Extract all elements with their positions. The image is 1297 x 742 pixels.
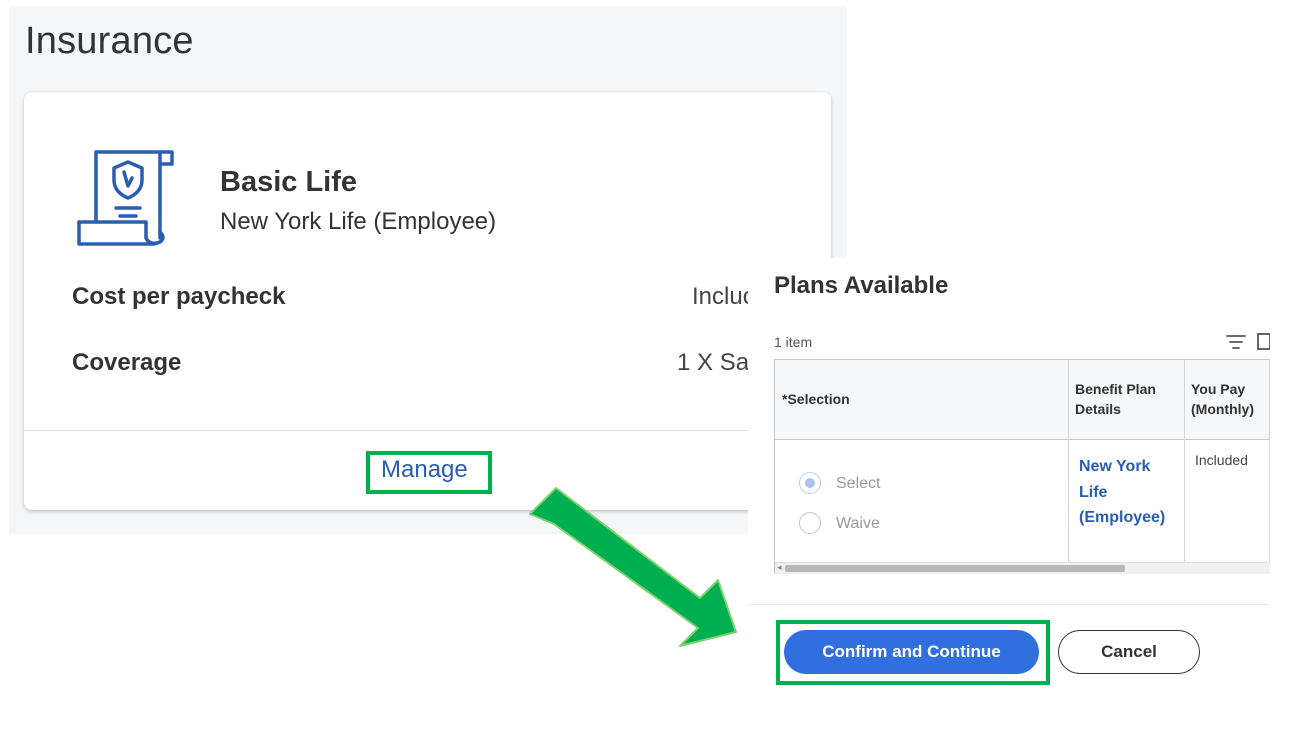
plans-table: *Selection Benefit Plan Details You Pay …	[774, 359, 1270, 574]
plan-carrier: New York Life (Employee)	[220, 208, 497, 235]
coverage-label: Coverage	[72, 349, 182, 376]
column-divider	[1269, 360, 1270, 562]
select-radio[interactable]	[799, 472, 821, 494]
benefit-plan-details-header: Benefit Plan Details	[1069, 360, 1184, 440]
confirm-highlight-box	[776, 620, 1050, 685]
cost-per-paycheck-value: Incluc	[692, 283, 755, 310]
scrollbar-thumb[interactable]	[785, 565, 1125, 572]
column-divider	[1068, 360, 1069, 562]
footer-divider	[748, 604, 1270, 605]
select-radio-label: Select	[836, 475, 881, 492]
manage-highlight-box	[366, 451, 492, 494]
benefit-card: Basic Life New York Life (Employee) Cost…	[24, 92, 831, 510]
you-pay-value: Included	[1195, 452, 1248, 468]
page-title: Insurance	[25, 20, 194, 62]
waive-radio[interactable]	[799, 512, 821, 534]
card-divider	[24, 430, 831, 431]
cost-per-paycheck-label: Cost per paycheck	[72, 283, 286, 310]
fullscreen-icon[interactable]	[1256, 332, 1270, 350]
coverage-value: 1 X Sal	[677, 349, 755, 376]
item-count: 1 item	[774, 334, 813, 350]
plans-title: Plans Available	[774, 272, 949, 299]
filter-icon[interactable]	[1226, 334, 1246, 350]
selection-header: *Selection	[775, 360, 1068, 440]
plan-details-link[interactable]: New York Life (Employee)	[1079, 454, 1179, 531]
horizontal-scrollbar[interactable]: ◂	[775, 562, 1270, 574]
cancel-button[interactable]: Cancel	[1058, 630, 1200, 674]
waive-radio-label: Waive	[836, 515, 880, 532]
scroll-left-icon[interactable]: ◂	[777, 562, 782, 573]
insurance-policy-icon	[77, 150, 174, 246]
arrow-icon	[529, 487, 737, 647]
you-pay-header: You Pay (Monthly)	[1185, 360, 1270, 440]
column-divider	[1184, 360, 1185, 562]
plan-name: Basic Life	[220, 166, 357, 198]
